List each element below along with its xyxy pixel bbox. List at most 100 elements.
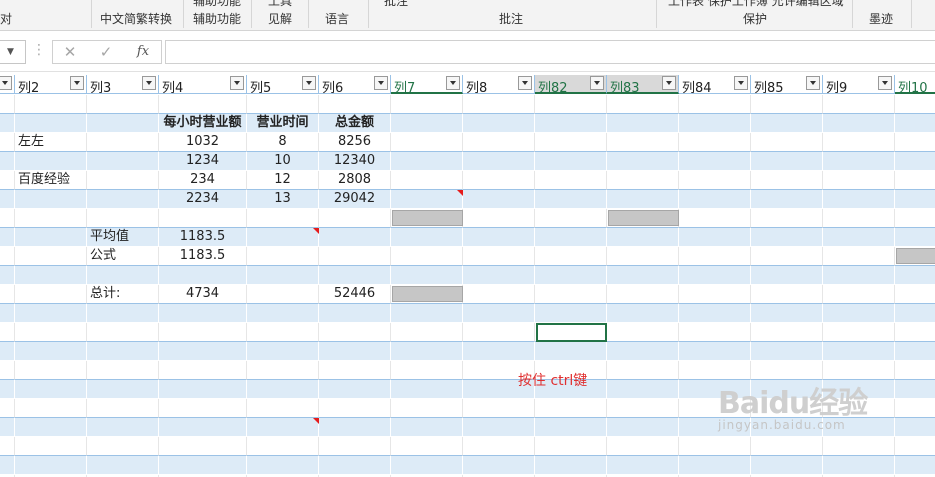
table-cell[interactable] xyxy=(247,456,319,475)
table-cell[interactable] xyxy=(87,133,159,152)
column-header[interactable]: 列5 xyxy=(247,75,319,96)
column-header[interactable]: 列6 xyxy=(319,75,391,96)
table-cell[interactable]: 10 xyxy=(247,152,319,171)
active-cell-selection[interactable] xyxy=(536,323,607,342)
table-cell[interactable] xyxy=(895,342,935,361)
table-cell[interactable] xyxy=(15,342,87,361)
table-cell[interactable] xyxy=(15,399,87,418)
table-cell[interactable] xyxy=(463,190,535,209)
table-cell[interactable] xyxy=(751,437,823,456)
table-cell[interactable] xyxy=(895,304,935,323)
table-cell[interactable]: 12 xyxy=(247,171,319,190)
table-cell[interactable] xyxy=(159,418,247,437)
table-cell[interactable] xyxy=(823,95,895,114)
table-cell[interactable] xyxy=(87,152,159,171)
chevron-down-icon[interactable]: ▼ xyxy=(7,47,14,57)
table-cell[interactable] xyxy=(895,418,935,437)
ribbon-group-accessibility[interactable]: 辅助功能 xyxy=(193,10,241,27)
table-cell[interactable] xyxy=(751,95,823,114)
table-cell[interactable] xyxy=(319,380,391,399)
table-cell[interactable] xyxy=(0,304,15,323)
table-cell[interactable] xyxy=(463,247,535,266)
ribbon-group-protect[interactable]: 保护 xyxy=(743,10,767,27)
table-cell[interactable] xyxy=(0,361,15,380)
table-cell[interactable] xyxy=(463,456,535,475)
filter-dropdown-icon[interactable] xyxy=(878,76,892,90)
table-cell[interactable] xyxy=(895,285,935,304)
table-cell[interactable] xyxy=(391,266,463,285)
table-cell[interactable] xyxy=(535,171,607,190)
table-cell[interactable] xyxy=(15,418,87,437)
table-cell[interactable] xyxy=(823,190,895,209)
table-cell[interactable]: 总计: xyxy=(87,285,159,304)
table-cell[interactable] xyxy=(247,380,319,399)
table-cell[interactable]: 平均值 xyxy=(87,228,159,247)
table-cell[interactable] xyxy=(751,285,823,304)
table-cell[interactable] xyxy=(895,380,935,399)
column-header[interactable]: 列8 xyxy=(463,75,535,96)
table-cell[interactable] xyxy=(895,399,935,418)
table-cell[interactable] xyxy=(247,228,319,247)
filter-dropdown-icon[interactable] xyxy=(518,76,532,90)
table-cell[interactable]: 左左 xyxy=(15,133,87,152)
table-cell[interactable] xyxy=(0,209,15,228)
table-cell[interactable] xyxy=(319,209,391,228)
table-cell[interactable] xyxy=(391,304,463,323)
table-cell[interactable] xyxy=(823,266,895,285)
comment-indicator-icon[interactable] xyxy=(313,228,319,234)
table-cell[interactable] xyxy=(895,266,935,285)
table-cell[interactable] xyxy=(159,399,247,418)
table-cell[interactable] xyxy=(15,114,87,133)
highlighted-cell[interactable] xyxy=(392,210,463,226)
table-cell[interactable] xyxy=(247,285,319,304)
table-cell[interactable] xyxy=(391,152,463,171)
table-cell[interactable] xyxy=(159,380,247,399)
table-cell[interactable]: 2234 xyxy=(159,190,247,209)
table-cell[interactable] xyxy=(823,114,895,133)
table-cell[interactable] xyxy=(0,152,15,171)
table-cell[interactable] xyxy=(823,285,895,304)
table-cell[interactable] xyxy=(87,304,159,323)
table-cell[interactable] xyxy=(463,114,535,133)
table-cell[interactable] xyxy=(87,95,159,114)
column-header[interactable]: 列7 xyxy=(391,75,463,96)
table-cell[interactable] xyxy=(0,456,15,475)
table-cell[interactable] xyxy=(535,247,607,266)
table-cell[interactable] xyxy=(15,380,87,399)
table-cell[interactable] xyxy=(751,209,823,228)
table-cell[interactable] xyxy=(679,209,751,228)
table-cell[interactable] xyxy=(87,190,159,209)
table-cell[interactable] xyxy=(679,190,751,209)
table-cell[interactable] xyxy=(751,247,823,266)
table-cell[interactable] xyxy=(607,437,679,456)
highlighted-cell[interactable] xyxy=(608,210,679,226)
table-cell[interactable] xyxy=(247,247,319,266)
table-cell[interactable] xyxy=(679,114,751,133)
column-header[interactable]: 列3 xyxy=(87,75,159,96)
table-cell[interactable] xyxy=(895,171,935,190)
column-header[interactable]: 列82 xyxy=(535,75,607,96)
table-cell[interactable] xyxy=(895,114,935,133)
filter-dropdown-icon[interactable] xyxy=(734,76,748,90)
ribbon-group-language[interactable]: 语言 xyxy=(325,10,349,27)
table-cell[interactable] xyxy=(751,266,823,285)
table-cell[interactable] xyxy=(679,456,751,475)
table-cell[interactable] xyxy=(607,361,679,380)
table-cell[interactable] xyxy=(15,266,87,285)
table-cell[interactable] xyxy=(679,171,751,190)
ribbon-group-insights[interactable]: 见解 xyxy=(268,10,292,27)
table-cell[interactable] xyxy=(15,304,87,323)
table-cell[interactable] xyxy=(0,171,15,190)
filter-dropdown-icon[interactable] xyxy=(70,76,84,90)
table-cell[interactable] xyxy=(247,323,319,342)
table-cell[interactable]: 1032 xyxy=(159,133,247,152)
insert-function-icon[interactable]: fx xyxy=(132,42,154,62)
table-cell[interactable] xyxy=(679,285,751,304)
table-cell[interactable] xyxy=(319,399,391,418)
filter-dropdown-icon[interactable] xyxy=(446,76,460,90)
table-cell[interactable] xyxy=(0,133,15,152)
table-cell[interactable]: 百度经验 xyxy=(15,171,87,190)
table-cell[interactable] xyxy=(463,437,535,456)
table-cell[interactable] xyxy=(535,418,607,437)
table-cell[interactable] xyxy=(823,209,895,228)
